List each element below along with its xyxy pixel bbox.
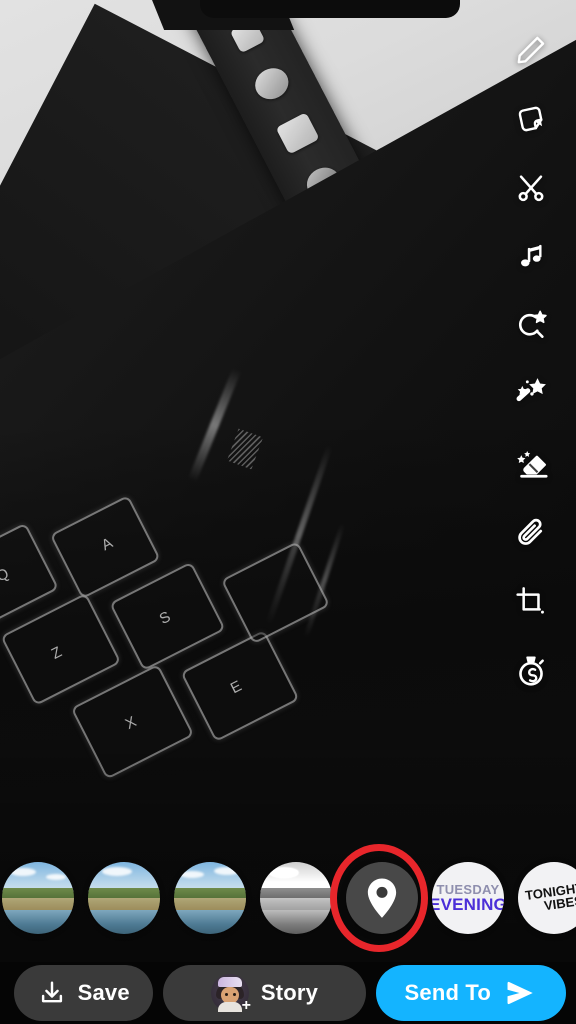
list-item[interactable]: TUESDAY EVENING	[432, 862, 504, 934]
crop-icon[interactable]	[503, 576, 559, 628]
send-arrow-icon	[507, 981, 533, 1005]
list-item[interactable]	[2, 862, 74, 934]
snapchat-preview-screen: Q A Z S X E TUESDAY EVENING TONIGHT VIBE…	[0, 0, 576, 1024]
story-label: Story	[260, 980, 319, 1005]
save-button[interactable]: Save	[14, 965, 154, 1021]
list-item[interactable]	[174, 862, 246, 934]
filter-carousel[interactable]: TUESDAY EVENING TONIGHT VIBES	[0, 846, 576, 950]
scissors-icon[interactable]	[503, 162, 559, 214]
location-filter-button[interactable]	[346, 862, 418, 934]
sticker-icon[interactable]	[503, 93, 559, 145]
story-button[interactable]: + Story	[163, 965, 366, 1021]
bottom-action-bar: Save + Story Send To	[0, 962, 576, 1024]
magic-wand-icon[interactable]	[503, 369, 559, 421]
timer-icon[interactable]	[503, 645, 559, 697]
list-item[interactable]	[88, 862, 160, 934]
list-item[interactable]	[260, 862, 332, 934]
tool-rail	[500, 24, 562, 697]
captured-photo[interactable]: Q A Z S X E	[0, 0, 576, 962]
magic-eraser-icon[interactable]	[503, 438, 559, 490]
magnifier-star-icon[interactable]	[503, 300, 559, 352]
save-label: Save	[77, 980, 130, 1005]
paperclip-icon[interactable]	[503, 507, 559, 559]
add-story-badge: +	[241, 997, 252, 1014]
dock-app-icon	[275, 112, 320, 155]
photo-top-bar	[200, 0, 460, 18]
location-pin-icon	[367, 878, 397, 918]
landscape-preview	[2, 862, 74, 934]
landscape-preview	[88, 862, 160, 934]
list-item[interactable]: TONIGHT VIBES	[518, 862, 576, 934]
sticker-line-2: EVENING	[432, 895, 504, 914]
landscape-preview	[174, 862, 246, 934]
send-to-button[interactable]: Send To	[375, 965, 566, 1021]
dock-app-icon	[249, 62, 294, 105]
pencil-icon[interactable]	[503, 24, 559, 76]
send-to-label: Send To	[404, 980, 492, 1005]
landscape-grayscale-preview	[260, 862, 332, 934]
sticker-line-2: VIBES	[543, 892, 576, 914]
music-note-icon[interactable]	[503, 231, 559, 283]
avatar: +	[210, 974, 251, 1014]
download-icon	[41, 981, 62, 1003]
